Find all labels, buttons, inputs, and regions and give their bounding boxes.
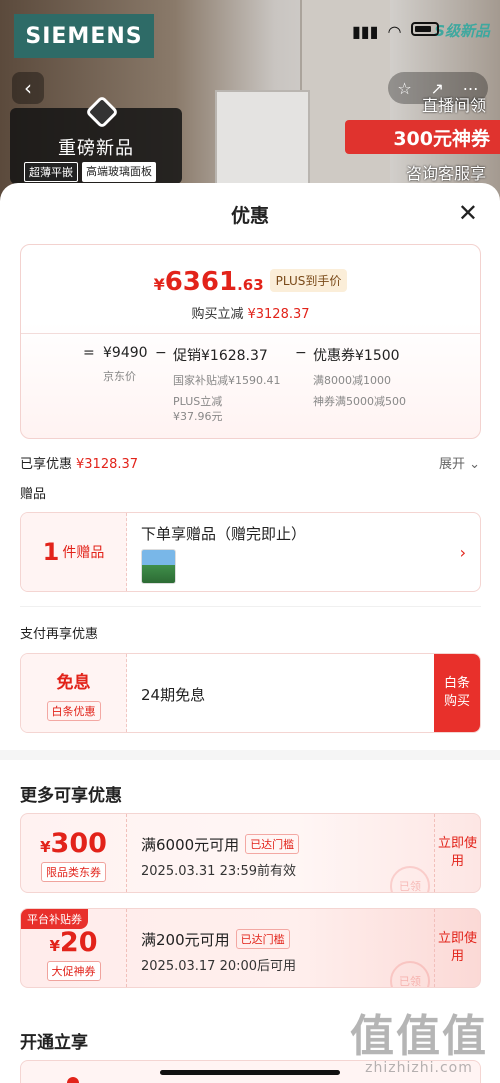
- jd-price: ¥9490: [103, 345, 148, 361]
- save-row: 购买立减 ¥3128.37: [21, 303, 480, 322]
- price-card: ¥6361.63 PLUS到手价 购买立减 ¥3128.37 = ¥9490 京东价…: [20, 244, 481, 439]
- use-now-button[interactable]: 立即使用: [434, 814, 480, 892]
- badge-logo-icon: [85, 95, 119, 129]
- currency-symbol: ¥: [153, 275, 165, 294]
- coupon-condition: 满200元可用 已达门槛: [141, 929, 290, 950]
- promo-badge-title: 重磅新品: [58, 138, 134, 159]
- enjoyed-value: ¥3128.37: [76, 457, 139, 472]
- watermark: 值值值 zhizhizhi.com: [350, 1011, 488, 1076]
- coupon-date: 2025.03.17 20:00后可用: [141, 959, 297, 974]
- chevron-left-icon: ‹: [24, 76, 32, 100]
- live-promo[interactable]: 直播间领 300元神券 咨询客服享: [345, 92, 500, 184]
- payment-section-label: 支付再享优惠: [20, 627, 99, 642]
- open-section-title: 开通立享: [20, 1033, 88, 1053]
- divider: [21, 333, 480, 334]
- more-offers-title: 更多可享优惠: [20, 786, 122, 806]
- wifi-icon: ◠: [388, 22, 401, 41]
- back-button[interactable]: ‹: [12, 72, 44, 104]
- section-gap: [0, 750, 500, 760]
- use-now-button[interactable]: 立即使用: [434, 909, 480, 987]
- save-value: ¥3128.37: [247, 307, 310, 322]
- home-indicator[interactable]: [160, 1070, 340, 1075]
- payment-offer: 免息 白条优惠: [21, 654, 127, 732]
- price-integer: 6361: [164, 267, 238, 297]
- payment-card: 免息 白条优惠 24期免息 白条购买: [20, 653, 481, 733]
- jd-price-col: ¥9490 京东价: [103, 345, 148, 384]
- expand-button[interactable]: 展开 ⌄: [439, 453, 480, 472]
- status-bar: ▮▮▮ ◠: [352, 22, 439, 41]
- live-promo-line: 直播间领: [421, 96, 486, 115]
- promo-chip: 高端玻璃面板: [82, 162, 156, 182]
- promo-chip: 超薄平嵌: [24, 162, 78, 182]
- enjoyed-discount: 已享优惠 ¥3128.37: [20, 457, 139, 472]
- platform-subsidy-tag: 平台补贴券: [21, 909, 88, 929]
- final-price: ¥6361.63 PLUS到手价: [21, 267, 480, 297]
- save-label: 购买立减: [191, 307, 244, 322]
- claimed-stamp: 已领: [390, 866, 430, 892]
- divider: [20, 606, 481, 607]
- coupon-date: 2025.03.31 23:59前有效: [141, 864, 297, 879]
- gift-thumbnail: [141, 549, 176, 584]
- plus-price-tag: PLUS到手价: [269, 269, 348, 292]
- promo-detail: 国家补贴减¥1590.41 PLUS立减 ¥37.96元: [173, 374, 281, 423]
- sheet-title: 优惠: [230, 205, 269, 227]
- price-decimal: .63: [237, 276, 264, 294]
- gift-title: 下单享赠品（赠完即止）: [141, 525, 307, 543]
- minus-sign: −: [155, 345, 167, 361]
- gift-section-label: 赠品: [20, 487, 47, 502]
- coupon-detail: 满8000减1000 神券满5000减500: [313, 374, 406, 408]
- claimed-stamp: 已领: [390, 961, 430, 987]
- minus-sign: −: [295, 345, 307, 361]
- live-promo-coupon: 300元神券: [345, 120, 500, 154]
- gift-count: 1 件赠品: [21, 513, 127, 591]
- coupon-value: ¥300 限品类东券: [21, 814, 127, 892]
- eq-sign: =: [83, 345, 95, 361]
- promo-badge: 重磅新品 超薄平嵌 高端玻璃面板: [10, 95, 182, 184]
- baitiao-buy-button[interactable]: 白条购买: [434, 654, 480, 732]
- new-product-mark: S级新品: [434, 22, 490, 40]
- chevron-right-icon: ›: [459, 543, 466, 562]
- discount-sheet: 优惠 ✕ ¥6361.63 PLUS到手价 购买立减 ¥3128.37 = ¥949…: [0, 183, 500, 1083]
- jd-price-label: 京东价: [103, 370, 136, 383]
- signal-icon: ▮▮▮: [352, 22, 379, 41]
- coupon-col: 优惠券¥1500 满8000减1000 神券满5000减500: [313, 345, 406, 409]
- brand-logo: SIEMENS: [14, 14, 154, 58]
- battery-icon: [410, 22, 439, 36]
- badge-icon: [67, 1077, 79, 1083]
- coupon-card: ¥300 限品类东券 满6000元可用 已达门槛 2025.03.31 23:59…: [20, 813, 481, 893]
- coupon-condition: 满6000元可用 已达门槛: [141, 834, 300, 855]
- live-promo-line: 咨询客服享: [405, 164, 486, 183]
- promo-amount: 促销¥1628.37: [173, 348, 268, 364]
- promo-col: 促销¥1628.37 国家补贴减¥1590.41 PLUS立减 ¥37.96元: [173, 345, 281, 424]
- coupon-card: ¥20 大促神券 平台补贴券 满200元可用 已达门槛 2025.03.17 20…: [20, 908, 481, 988]
- close-button[interactable]: ✕: [458, 201, 478, 225]
- coupon-amount: 优惠券¥1500: [313, 348, 400, 364]
- close-icon: ✕: [457, 199, 478, 227]
- payment-desc: 24期免息: [141, 686, 206, 704]
- gift-card[interactable]: 1 件赠品 下单享赠品（赠完即止） ›: [20, 512, 481, 592]
